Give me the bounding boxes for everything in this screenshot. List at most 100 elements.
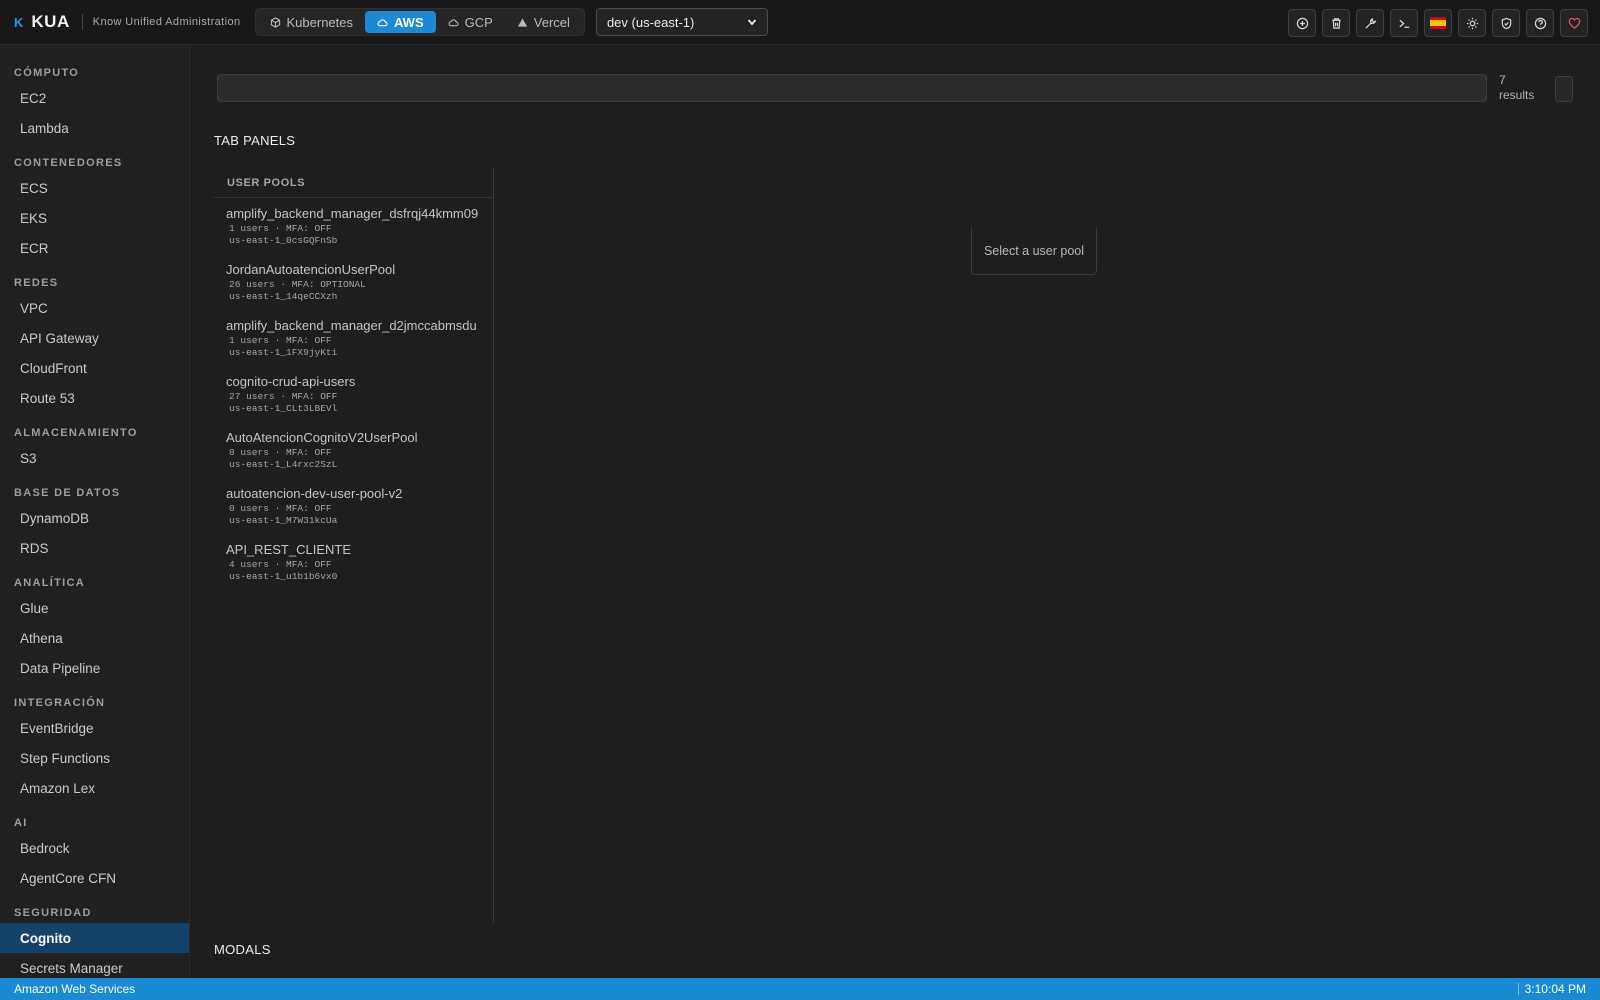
user-pool-id: us-east-1_0csGQFnSb	[229, 235, 338, 246]
sidebar-item-ec2[interactable]: EC2	[0, 83, 189, 113]
language-button[interactable]	[1424, 9, 1452, 37]
sidebar-item-dynamodb[interactable]: DynamoDB	[0, 503, 189, 533]
user-pool-name: AutoAtencionCognitoV2UserPool	[226, 430, 418, 445]
sidebar-item-agentcore-cfn[interactable]: AgentCore CFN	[0, 863, 189, 893]
delete-button[interactable]	[1322, 9, 1350, 37]
terminal-icon	[1398, 19, 1409, 28]
help-button[interactable]	[1526, 9, 1554, 37]
sidebar-section-title: AI	[14, 817, 28, 829]
user-pool-name: autoatencion-dev-user-pool-v2	[226, 486, 403, 501]
heart-icon	[1568, 17, 1580, 29]
user-pool-item[interactable]: amplify_backend_manager_d2jmccabmsdu 1 u…	[214, 310, 493, 366]
user-pool-item[interactable]: JordanAutoatencionUserPool 26 users · MF…	[214, 254, 493, 310]
user-pool-id: us-east-1_M7W31kcUa	[229, 515, 338, 526]
sidebar-item-cloudfront[interactable]: CloudFront	[0, 353, 189, 383]
user-pool-meta: 0 users · MFA: OFF	[229, 503, 332, 514]
sidebar-section-title: SEGURIDAD	[14, 907, 92, 919]
top-bar: K KUA Know Unified Administration Kubern…	[0, 0, 1600, 45]
user-pool-name: amplify_backend_manager_d2jmccabmsdu	[226, 318, 477, 333]
sidebar-item-lambda[interactable]: Lambda	[0, 113, 189, 143]
user-pools-panel: USER POOLS amplify_backend_manager_dsfrq…	[214, 168, 494, 923]
app-name: KUA	[31, 12, 70, 31]
tab-label: Kubernetes	[286, 14, 354, 30]
user-pool-meta: 4 users · MFA: OFF	[229, 559, 332, 570]
user-pool-item[interactable]: AutoAtencionCognitoV2UserPool 8 users · …	[214, 422, 493, 478]
sidebar-item-bedrock[interactable]: Bedrock	[0, 833, 189, 863]
tab-aws[interactable]: AWS	[365, 11, 436, 33]
user-pool-id: us-east-1_u1b1b6vx0	[229, 571, 338, 582]
user-pool-item[interactable]: autoatencion-dev-user-pool-v2 0 users · …	[214, 478, 493, 534]
sidebar-section-title: CONTENEDORES	[14, 157, 123, 169]
toolbar	[1288, 9, 1588, 37]
sidebar-item-amazon-lex[interactable]: Amazon Lex	[0, 773, 189, 803]
user-pool-id: us-east-1_L4rxc2SzL	[229, 459, 338, 470]
user-pool-item[interactable]: API_REST_CLIENTE 4 users · MFA: OFF us-e…	[214, 534, 493, 590]
trash-icon	[1331, 17, 1341, 29]
tab-gcp[interactable]: GCP	[436, 11, 505, 33]
search-input[interactable]	[217, 74, 1487, 102]
favorite-button[interactable]	[1560, 9, 1588, 37]
kua-logo-icon: K	[14, 14, 24, 30]
user-pool-meta: 8 users · MFA: OFF	[229, 447, 332, 458]
sidebar-item-vpc[interactable]: VPC	[0, 293, 189, 323]
sidebar-item-data-pipeline[interactable]: Data Pipeline	[0, 653, 189, 683]
sidebar-item-ecs[interactable]: ECS	[0, 173, 189, 203]
environment-value: dev (us-east-1)	[606, 14, 695, 30]
sidebar-item-route-53[interactable]: Route 53	[0, 383, 189, 413]
user-pool-meta: 27 users · MFA: OFF	[229, 391, 338, 402]
theme-toggle-button[interactable]	[1458, 9, 1486, 37]
tools-button[interactable]	[1356, 9, 1384, 37]
sidebar-section-title: INTEGRACIÓN	[14, 697, 106, 709]
user-pool-id: us-east-1_14qeCCXzh	[229, 291, 338, 302]
section-heading-modals: MODALS	[214, 942, 271, 957]
user-pool-id: us-east-1_CLt3LBEVl	[229, 403, 338, 414]
security-button[interactable]	[1492, 9, 1520, 37]
sidebar-section-title: ALMACENAMIENTO	[14, 427, 138, 439]
status-provider: Amazon Web Services	[14, 982, 136, 996]
brand[interactable]: K KUA Know Unified Administration	[0, 0, 241, 44]
user-pool-name: cognito-crud-api-users	[226, 374, 356, 389]
wrench-icon	[1364, 17, 1376, 29]
chevron-down-icon	[747, 19, 757, 26]
user-pool-meta: 26 users · MFA: OPTIONAL	[229, 279, 366, 290]
user-pool-name: amplify_backend_manager_dsfrqj44kmm09	[226, 206, 479, 221]
sidebar-item-athena[interactable]: Athena	[0, 623, 189, 653]
status-bar: Amazon Web Services 3:10:04 PM	[0, 978, 1600, 1000]
user-pools-header: USER POOLS	[214, 168, 493, 198]
sidebar-item-cognito[interactable]: Cognito	[0, 923, 189, 953]
results-count: 7 results	[1499, 73, 1535, 102]
sidebar-item-eks[interactable]: EKS	[0, 203, 189, 233]
sidebar-item-glue[interactable]: Glue	[0, 593, 189, 623]
sidebar-item-ecr[interactable]: ECR	[0, 233, 189, 263]
sidebar-item-s3[interactable]: S3	[0, 443, 189, 473]
sidebar-item-api-gateway[interactable]: API Gateway	[0, 323, 189, 353]
main-content: 7 results TAB PANELS USER POOLS amplify_…	[190, 45, 1600, 978]
terminal-button[interactable]	[1390, 9, 1418, 37]
user-pool-name: JordanAutoatencionUserPool	[226, 262, 396, 277]
sidebar-section-title: ANALÍTICA	[14, 577, 85, 589]
filter-button[interactable]	[1555, 76, 1573, 102]
status-divider	[1518, 983, 1519, 995]
tab-vercel[interactable]: Vercel	[505, 11, 582, 33]
section-heading-tab-panels: TAB PANELS	[214, 133, 296, 148]
user-pool-item[interactable]: amplify_backend_manager_dsfrqj44kmm09 1 …	[214, 198, 493, 254]
sidebar-item-step-functions[interactable]: Step Functions	[0, 743, 189, 773]
status-clock: 3:10:04 PM	[1524, 982, 1586, 996]
triangle-icon	[517, 17, 527, 27]
tab-kubernetes[interactable]: Kubernetes	[258, 11, 366, 33]
cloud-icon	[377, 18, 388, 26]
plus-circle-icon	[1296, 17, 1308, 29]
sidebar-section-title: CÓMPUTO	[14, 67, 80, 79]
add-button[interactable]	[1288, 9, 1316, 37]
sidebar-item-eventbridge[interactable]: EventBridge	[0, 713, 189, 743]
sidebar-item-rds[interactable]: RDS	[0, 533, 189, 563]
sidebar-item-secrets-manager[interactable]: Secrets Manager	[0, 953, 189, 978]
user-pool-name: API_REST_CLIENTE	[226, 542, 351, 557]
sun-icon	[1466, 17, 1478, 29]
provider-tabs: Kubernetes AWS GCP Vercel	[254, 8, 585, 36]
brand-divider	[81, 14, 83, 30]
tab-label: AWS	[394, 14, 424, 30]
environment-select[interactable]: dev (us-east-1)	[595, 8, 768, 36]
user-pool-id: us-east-1_1FX9jyKti	[229, 347, 338, 358]
user-pool-item[interactable]: cognito-crud-api-users 27 users · MFA: O…	[214, 366, 493, 422]
